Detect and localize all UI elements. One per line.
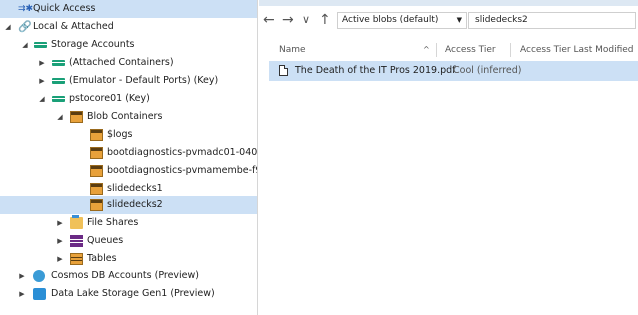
tree-item-blob-containers[interactable]: ◢ Blob Containers <box>0 108 257 126</box>
collapse-icon[interactable]: ◢ <box>55 108 65 126</box>
link-icon: 🔗 <box>18 20 32 33</box>
back-icon[interactable]: ← <box>263 11 275 29</box>
queue-icon <box>70 235 83 247</box>
blob-container-icon <box>90 199 103 211</box>
sort-ascending-icon[interactable]: ^ <box>423 40 430 60</box>
tree-item-emulator[interactable]: ▶ (Emulator - Default Ports) (Key) <box>0 72 257 90</box>
table-row[interactable]: The Death of the IT Pros 2019.pdf Cool (… <box>269 61 638 81</box>
tree-item-file-shares[interactable]: ▶ File Shares <box>0 214 257 232</box>
column-header-access-tier[interactable]: Access Tier <box>445 40 496 60</box>
storage-account-icon <box>52 60 65 66</box>
column-header-tier-modified[interactable]: Access Tier Last Modified <box>520 40 634 60</box>
expand-icon[interactable]: ▶ <box>17 285 27 303</box>
tree-label: bootdiagnostics-pvmamembe-f922 <box>107 165 257 176</box>
tree-label: Data Lake Storage Gen1 (Preview) <box>51 288 215 299</box>
tree-label: Local & Attached <box>33 21 114 32</box>
tree-item-storage-accounts[interactable]: ◢ Storage Accounts <box>0 36 257 54</box>
tree-label: $logs <box>107 129 133 140</box>
expand-icon[interactable]: ▶ <box>55 232 65 250</box>
tree-label: Quick Access <box>33 3 96 14</box>
collapse-icon[interactable]: ◢ <box>20 36 30 54</box>
quick-access-icon: ⇉✱ <box>18 4 34 14</box>
recent-locations-icon[interactable]: ∨ <box>302 11 310 29</box>
tree-label: (Emulator - Default Ports) (Key) <box>69 75 219 86</box>
tree-item-container-selected[interactable]: slidedecks2 <box>0 196 257 214</box>
tree-label: Storage Accounts <box>51 39 135 50</box>
tree-label: Tables <box>87 253 117 264</box>
chevron-down-icon: ▼ <box>456 16 462 24</box>
tree-label: Blob Containers <box>87 111 163 122</box>
tree-item-datalake[interactable]: ▶ Data Lake Storage Gen1 (Preview) <box>0 285 257 303</box>
blob-name: The Death of the IT Pros 2019.pdf <box>295 65 456 76</box>
up-icon[interactable]: ↑ <box>319 11 331 29</box>
data-lake-icon <box>33 288 46 300</box>
tree-item-quick-access[interactable]: ⇉✱ Quick Access <box>0 0 257 18</box>
blob-container-icon <box>90 147 103 159</box>
blob-container-icon <box>70 111 83 123</box>
blob-container-icon <box>90 183 103 195</box>
tree-label: Cosmos DB Accounts (Preview) <box>51 270 200 281</box>
path-input[interactable]: slidedecks2 <box>468 12 636 29</box>
tree-item-local-attached[interactable]: ◢ 🔗 Local & Attached <box>0 18 257 36</box>
expand-icon[interactable]: ▶ <box>55 214 65 232</box>
expand-icon[interactable]: ▶ <box>17 267 27 285</box>
tree-label: slidedecks2 <box>107 199 163 210</box>
forward-icon[interactable]: → <box>282 11 294 29</box>
path-value: slidedecks2 <box>475 15 528 25</box>
tree-label: pstocore01 (Key) <box>69 93 150 104</box>
tab-strip <box>259 0 638 6</box>
tree-item-cosmos[interactable]: ▶ Cosmos DB Accounts (Preview) <box>0 267 257 285</box>
storage-account-icon <box>52 96 65 102</box>
storage-account-icon <box>34 42 47 48</box>
tree-item-container[interactable]: bootdiagnostics-pvmadc01-040256 <box>0 144 257 162</box>
expand-icon[interactable]: ▶ <box>55 250 65 268</box>
view-select[interactable]: Active blobs (default) ▼ <box>337 12 467 29</box>
view-select-value: Active blobs (default) <box>342 15 439 25</box>
blob-explorer-pane: ← → ∨ ↑ Active blobs (default) ▼ slidede… <box>259 0 638 315</box>
blob-container-icon <box>90 129 103 141</box>
expand-icon[interactable]: ▶ <box>37 72 47 90</box>
column-divider[interactable] <box>436 43 437 57</box>
tree-label: Queues <box>87 235 124 246</box>
column-header-name[interactable]: Name <box>279 40 306 60</box>
document-icon <box>279 65 288 76</box>
collapse-icon[interactable]: ◢ <box>37 90 47 108</box>
tree-item-container[interactable]: $logs <box>0 126 257 144</box>
tree-label: bootdiagnostics-pvmadc01-040256 <box>107 147 257 158</box>
expand-icon[interactable]: ▶ <box>37 54 47 72</box>
file-share-icon <box>70 215 83 229</box>
explorer-tree: ⇉✱ Quick Access ◢ 🔗 Local & Attached ◢ S… <box>0 0 258 315</box>
blob-container-icon <box>90 165 103 177</box>
tree-label: (Attached Containers) <box>69 57 174 68</box>
tree-item-pstocore01[interactable]: ◢ pstocore01 (Key) <box>0 90 257 108</box>
collapse-icon[interactable]: ◢ <box>3 18 13 36</box>
storage-account-icon <box>52 78 65 84</box>
table-icon <box>70 253 83 265</box>
navigation-toolbar: ← → ∨ ↑ Active blobs (default) ▼ slidede… <box>259 8 638 32</box>
tree-item-container[interactable]: bootdiagnostics-pvmamembe-f922 <box>0 162 257 180</box>
tree-label: File Shares <box>87 217 139 228</box>
blob-access-tier: Cool (inferred) <box>453 65 522 76</box>
column-divider[interactable] <box>510 43 511 57</box>
tree-item-tables[interactable]: ▶ Tables <box>0 250 257 268</box>
tree-item-queues[interactable]: ▶ Queues <box>0 232 257 250</box>
cosmos-db-icon <box>33 270 45 282</box>
tree-item-attached-containers[interactable]: ▶ (Attached Containers) <box>0 54 257 72</box>
